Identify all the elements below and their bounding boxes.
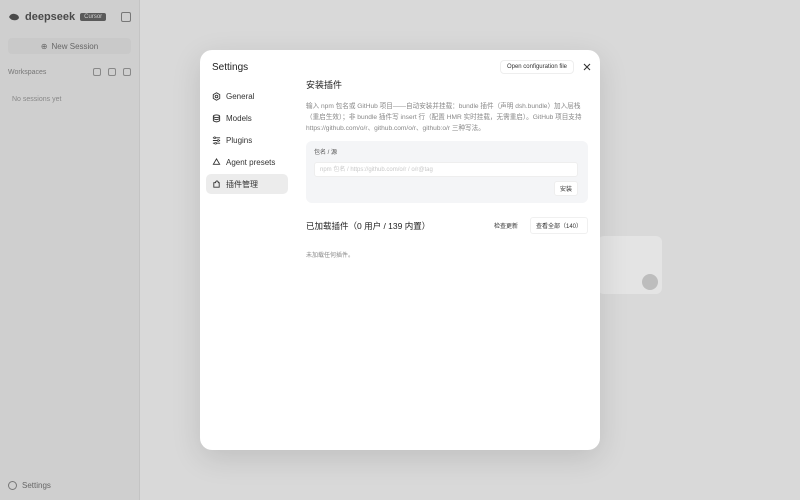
new-session-button[interactable]: ⊕ New Session xyxy=(8,38,131,54)
install-card: 包名 / 源 安装 xyxy=(306,141,588,203)
gear-icon xyxy=(8,481,17,490)
workspace-row: Workspaces xyxy=(0,58,139,82)
puzzle-icon xyxy=(212,179,221,189)
gear-icon xyxy=(212,91,221,101)
sliders-icon xyxy=(212,136,221,145)
nav-item-label: General xyxy=(226,91,255,101)
folder-icon[interactable] xyxy=(123,68,131,76)
empty-plugins-text: 未加载任何插件。 xyxy=(306,253,355,259)
nav-item-label: Models xyxy=(226,113,252,123)
settings-nav: Settings General Models Plugins Agent pr… xyxy=(200,50,296,450)
loaded-plugins-header: 已加载插件（0 用户 / 139 内置） 检查更新 查看全部（140） xyxy=(306,217,588,234)
settings-modal: Settings General Models Plugins Agent pr… xyxy=(200,50,600,450)
sidebar-settings-button[interactable]: Settings xyxy=(8,481,51,490)
open-config-button[interactable]: Open configuration file xyxy=(499,60,574,74)
whale-logo-icon xyxy=(9,13,19,21)
check-updates-button[interactable]: 检查更新 xyxy=(487,217,524,234)
modal-title: Settings xyxy=(212,62,249,73)
nav-item-label: 插件管理 xyxy=(226,179,258,189)
install-section-title: 安装插件 xyxy=(306,80,343,90)
loaded-plugins-title: 已加载插件（0 用户 / 139 内置） xyxy=(306,220,431,231)
install-button[interactable]: 安装 xyxy=(553,181,578,196)
brand-badge: Cursor xyxy=(80,13,107,21)
close-icon[interactable] xyxy=(582,62,592,72)
nav-item-label: Agent presets xyxy=(226,157,276,167)
brand-name: deepseek xyxy=(25,11,76,23)
install-description: 输入 npm 包名或 GitHub 项目——自动安装并挂载：bundle 插件（… xyxy=(306,103,582,132)
recycle-icon xyxy=(212,157,221,167)
nav-item-plugin-management[interactable]: 插件管理 xyxy=(206,174,288,194)
no-sessions-text: No sessions yet xyxy=(12,96,62,103)
nav-item-agent-presets[interactable]: Agent presets xyxy=(206,152,288,172)
nav-item-models[interactable]: Models xyxy=(206,108,288,128)
nav-item-plugins[interactable]: Plugins xyxy=(206,130,288,150)
package-input[interactable] xyxy=(314,162,578,177)
brand: deepseek Cursor xyxy=(0,0,139,34)
settings-content: Open configuration file 安装插件 输入 npm 包名或 … xyxy=(296,50,600,450)
sidebar-settings-label: Settings xyxy=(22,481,51,490)
search-icon[interactable] xyxy=(93,68,101,76)
nav-item-general[interactable]: General xyxy=(206,86,288,106)
database-icon xyxy=(212,113,221,123)
header-actions: Open configuration file xyxy=(499,60,592,74)
plus-icon: ⊕ xyxy=(40,41,48,51)
sidebar-toggle-icon[interactable] xyxy=(121,12,131,22)
new-folder-icon[interactable] xyxy=(108,68,116,76)
package-field-label: 包名 / 源 xyxy=(314,150,338,156)
background-send-button xyxy=(642,274,658,290)
nav-item-label: Plugins xyxy=(226,135,253,145)
workspace-label: Workspaces xyxy=(8,68,47,76)
new-session-label: New Session xyxy=(51,41,99,51)
sidebar: deepseek Cursor ⊕ New Session Workspaces… xyxy=(0,0,140,500)
view-all-button[interactable]: 查看全部（140） xyxy=(529,217,588,234)
